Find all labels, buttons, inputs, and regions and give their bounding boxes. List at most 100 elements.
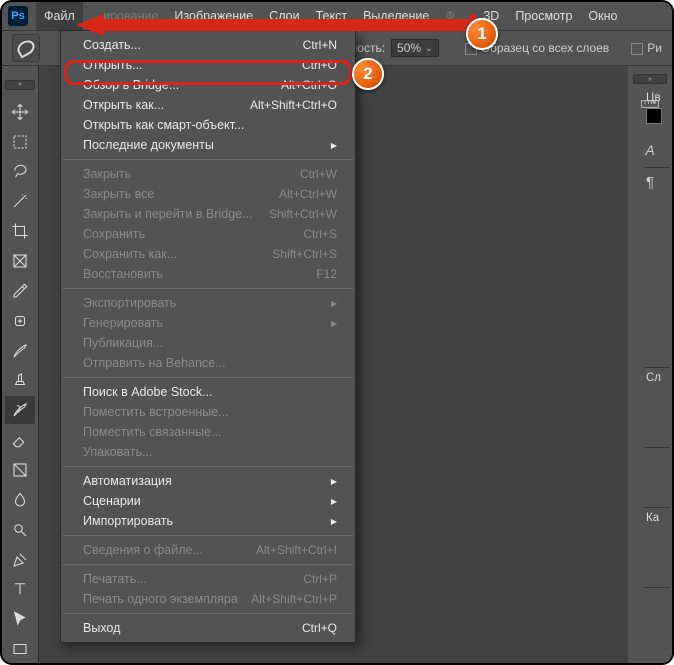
app-logo: Ps xyxy=(8,6,28,26)
menu-item-shortcut: Ctrl+N xyxy=(303,38,337,52)
eraser-tool[interactable] xyxy=(5,426,35,454)
menu-view[interactable]: Просмотр xyxy=(507,2,580,30)
menu-item-экспортировать: Экспортировать xyxy=(61,293,355,313)
menu-item-label: Экспортировать xyxy=(83,296,176,310)
menu-item-создать-[interactable]: Создать... Ctrl+N xyxy=(61,35,355,55)
panel-layers-tab[interactable]: Сл xyxy=(646,372,661,384)
menu-item-публикация-: Публикация... xyxy=(61,333,355,353)
menu-item-label: Создать... xyxy=(83,38,141,52)
menu-item-shortcut: Shift+Ctrl+S xyxy=(272,247,337,261)
right-panels-peek: Цв Сл Ка xyxy=(644,88,670,608)
menu-separator xyxy=(63,564,353,565)
menu-item-label: Поместить встроенные... xyxy=(83,405,229,419)
annotation-arrow xyxy=(76,14,476,36)
menu-item-закрыть: Закрыть Ctrl+W xyxy=(61,164,355,184)
menu-separator xyxy=(63,159,353,160)
menu-item-label: Обзор в Bridge... xyxy=(83,78,179,92)
menu-item-открыть-[interactable]: Открыть... Ctrl+O xyxy=(61,55,355,75)
menu-item-label: Сохранить как... xyxy=(83,247,177,261)
toolbar-collapse-icon[interactable]: « xyxy=(5,80,35,90)
menu-item-импортировать[interactable]: Импортировать xyxy=(61,511,355,531)
annotation-badge-1: 1 xyxy=(466,18,498,50)
menu-item-label: Упаковать... xyxy=(83,445,153,459)
menu-item-печать-одного-экземпляра: Печать одного экземпляраAlt+Shift+Ctrl+P xyxy=(61,589,355,609)
annotation-badge-2: 2 xyxy=(352,58,384,90)
menu-item-закрыть-и-перейти-в-bridge-: Закрыть и перейти в Bridge... Shift+Ctrl+… xyxy=(61,204,355,224)
menu-item-поместить-встроенные-: Поместить встроенные... xyxy=(61,402,355,422)
menu-item-label: Последние документы xyxy=(83,138,214,152)
menu-item-label: Импортировать xyxy=(83,514,173,528)
marquee-tool[interactable] xyxy=(5,128,35,156)
menu-item-последние-документы[interactable]: Последние документы xyxy=(61,135,355,155)
menu-item-shortcut: Ctrl+W xyxy=(300,167,337,181)
brush-icon xyxy=(15,37,38,58)
menu-separator xyxy=(63,377,353,378)
menu-item-упаковать-: Упаковать... xyxy=(61,442,355,462)
menu-item-label: Сведения о файле... xyxy=(83,543,203,557)
menu-item-label: Открыть как смарт-объект... xyxy=(83,118,244,132)
menu-item-сведения-о-файле-: Сведения о файле...Alt+Shift+Ctrl+I xyxy=(61,540,355,560)
menu-item-сохранить-как-: Сохранить как... Shift+Ctrl+S xyxy=(61,244,355,264)
chevron-down-icon: ⌄ xyxy=(425,43,433,54)
pen-tool[interactable] xyxy=(5,546,35,574)
file-menu-dropdown: Создать... Ctrl+N Открыть... Ctrl+O Обзор в … xyxy=(60,30,356,643)
crop-tool[interactable] xyxy=(5,217,35,245)
opacity-value[interactable]: 50%⌄ xyxy=(391,39,439,57)
frame-tool[interactable] xyxy=(5,247,35,275)
panel-channels-tab[interactable]: Ка xyxy=(646,512,659,524)
menu-item-отправить-на-behance-: Отправить на Behance... xyxy=(61,353,355,373)
menu-item-shortcut: Ctrl+P xyxy=(303,572,337,586)
type-tool[interactable] xyxy=(5,575,35,603)
menu-item-label: Закрыть xyxy=(83,167,131,181)
menu-item-label: Отправить на Behance... xyxy=(83,356,226,370)
menu-item-label: Закрыть все xyxy=(83,187,154,201)
move-tool[interactable] xyxy=(5,98,35,126)
eyedropper-tool[interactable] xyxy=(5,277,35,305)
menu-item-label: Открыть как... xyxy=(83,98,164,112)
menu-item-label: Сценарии xyxy=(83,494,141,508)
menu-item-label: Автоматизация xyxy=(83,474,172,488)
menu-item-закрыть-все: Закрыть все Alt+Ctrl+W xyxy=(61,184,355,204)
lasso-tool[interactable] xyxy=(5,158,35,186)
menu-item-автоматизация[interactable]: Автоматизация xyxy=(61,471,355,491)
brush-tool[interactable] xyxy=(5,337,35,365)
path-select-tool[interactable] xyxy=(5,605,35,633)
menu-window[interactable]: Окно xyxy=(580,2,625,30)
blur-tool[interactable] xyxy=(5,486,35,514)
menu-item-shortcut: Ctrl+Q xyxy=(302,621,337,635)
healing-brush-tool[interactable] xyxy=(5,307,35,335)
menu-separator xyxy=(63,613,353,614)
clone-stamp-tool[interactable] xyxy=(5,367,35,395)
menu-item-поместить-связанные-: Поместить связанные... xyxy=(61,422,355,442)
menu-item-генерировать: Генерировать xyxy=(61,313,355,333)
menu-item-обзор-в-bridge-[interactable]: Обзор в Bridge...Alt+Ctrl+O xyxy=(61,75,355,95)
dodge-tool[interactable] xyxy=(5,516,35,544)
menu-item-печатать-: Печатать... Ctrl+P xyxy=(61,569,355,589)
menu-item-shortcut: Ctrl+O xyxy=(302,58,337,72)
menu-item-shortcut: Shift+Ctrl+W xyxy=(269,207,337,221)
menu-item-shortcut: Alt+Ctrl+W xyxy=(279,187,337,201)
menu-item-сценарии[interactable]: Сценарии xyxy=(61,491,355,511)
menu-item-shortcut: Alt+Shift+Ctrl+O xyxy=(250,98,337,112)
rightcol-collapse-icon[interactable]: » xyxy=(633,74,667,84)
menu-item-label: Публикация... xyxy=(83,336,163,350)
panel-color-tab[interactable]: Цв xyxy=(646,92,661,104)
color-swatch[interactable] xyxy=(646,108,662,124)
menu-item-label: Закрыть и перейти в Bridge... xyxy=(83,207,253,221)
history-brush-tool[interactable] xyxy=(5,396,35,424)
magic-wand-tool[interactable] xyxy=(5,187,35,215)
menu-item-label: Печатать... xyxy=(83,572,147,586)
menu-item-выход[interactable]: ВыходCtrl+Q xyxy=(61,618,355,638)
menu-item-label: Печать одного экземпляра xyxy=(83,592,238,606)
menu-item-открыть-как-[interactable]: Открыть как... Alt+Shift+Ctrl+O xyxy=(61,95,355,115)
right-option-checkbox[interactable]: Ри xyxy=(631,41,662,55)
menu-item-label: Открыть... xyxy=(83,58,143,72)
menu-separator xyxy=(63,535,353,536)
gradient-tool[interactable] xyxy=(5,456,35,484)
brush-preset-chip[interactable] xyxy=(12,34,40,62)
rectangle-tool[interactable] xyxy=(5,635,35,663)
menu-item-открыть-как-смарт-объект-[interactable]: Открыть как смарт-объект... xyxy=(61,115,355,135)
menu-item-label: Сохранить xyxy=(83,227,145,241)
menu-item-сохранить: СохранитьCtrl+S xyxy=(61,224,355,244)
menu-item-поиск-в-adobe-stock-[interactable]: Поиск в Adobe Stock... xyxy=(61,382,355,402)
